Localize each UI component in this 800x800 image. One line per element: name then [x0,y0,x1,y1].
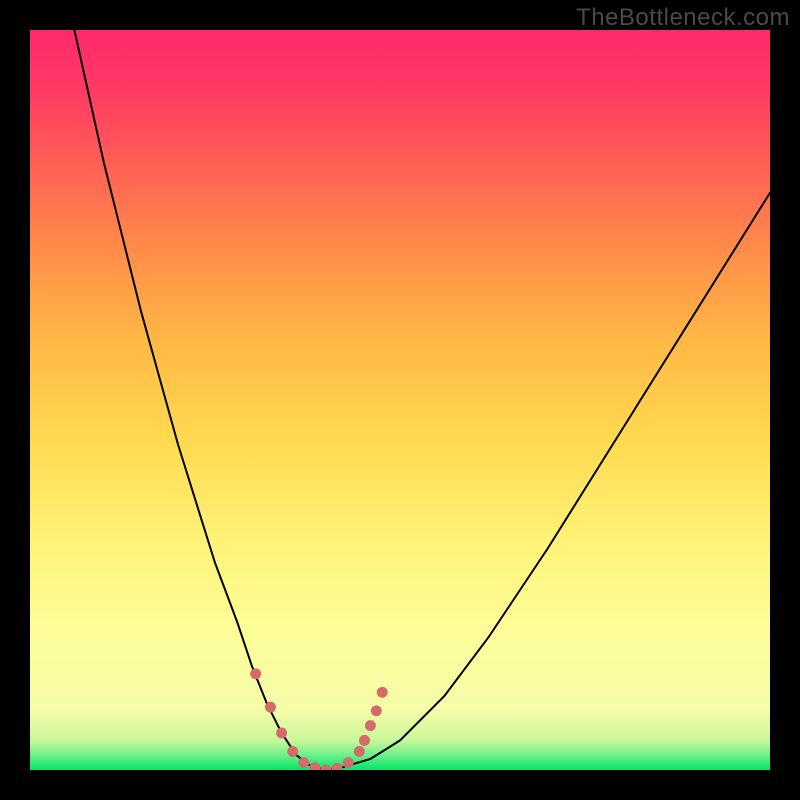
watermark-text: TheBottleneck.com [576,4,790,32]
valley-marker-dot [365,720,376,731]
valley-marker-dot [371,705,382,716]
valley-marker-dot [309,762,320,770]
valley-marker-dot [276,728,287,739]
valley-marker-dot [359,735,370,746]
valley-marker-dot [321,765,332,770]
valley-marker-dot [250,668,261,679]
valley-marker-dot [343,757,354,768]
valley-marker-dot [265,702,276,713]
chart-svg [30,30,770,770]
chart-frame: TheBottleneck.com [0,0,800,800]
plot-area [30,30,770,770]
valley-marker-dot [354,746,365,757]
curve-path [74,30,770,770]
valley-marker-dot [377,687,388,698]
valley-marker-dot [287,746,298,757]
valley-marker-dot [332,763,343,770]
valley-marker-dot [298,757,309,768]
valley-marker-group [250,668,387,770]
